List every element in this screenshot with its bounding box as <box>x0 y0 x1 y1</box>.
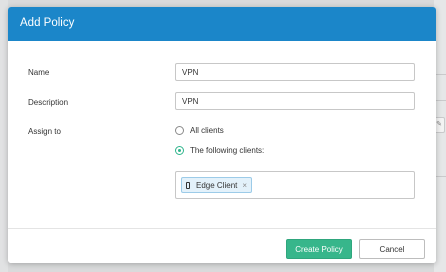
client-chip: Edge Client × <box>181 177 253 193</box>
name-input[interactable] <box>175 63 415 81</box>
client-chip-label: Edge Client <box>196 180 238 190</box>
cancel-button[interactable]: Cancel <box>359 239 425 259</box>
following-clients-option[interactable]: The following clients: <box>175 146 264 155</box>
all-clients-label[interactable]: All clients <box>190 126 224 135</box>
remove-client-icon[interactable]: × <box>242 181 247 190</box>
dialog-footer: Create Policy Cancel <box>8 228 436 263</box>
following-clients-radio[interactable] <box>175 146 184 155</box>
mobile-device-icon <box>186 181 190 189</box>
description-input[interactable] <box>175 92 415 110</box>
name-label: Name <box>28 68 50 77</box>
following-clients-label[interactable]: The following clients: <box>190 146 264 155</box>
dialog-title: Add Policy <box>8 7 436 41</box>
all-clients-option[interactable]: All clients <box>175 126 224 135</box>
description-label: Description <box>28 98 69 107</box>
background-app-left <box>0 0 8 272</box>
add-policy-dialog: Add Policy Name Description Assign to Al… <box>8 7 436 263</box>
clients-select-input[interactable]: Edge Client × <box>175 171 415 199</box>
dialog-body: Name Description Assign to All clients T… <box>8 41 436 228</box>
assign-to-label: Assign to <box>28 127 61 136</box>
all-clients-radio[interactable] <box>175 126 184 135</box>
create-policy-button[interactable]: Create Policy <box>286 239 352 259</box>
